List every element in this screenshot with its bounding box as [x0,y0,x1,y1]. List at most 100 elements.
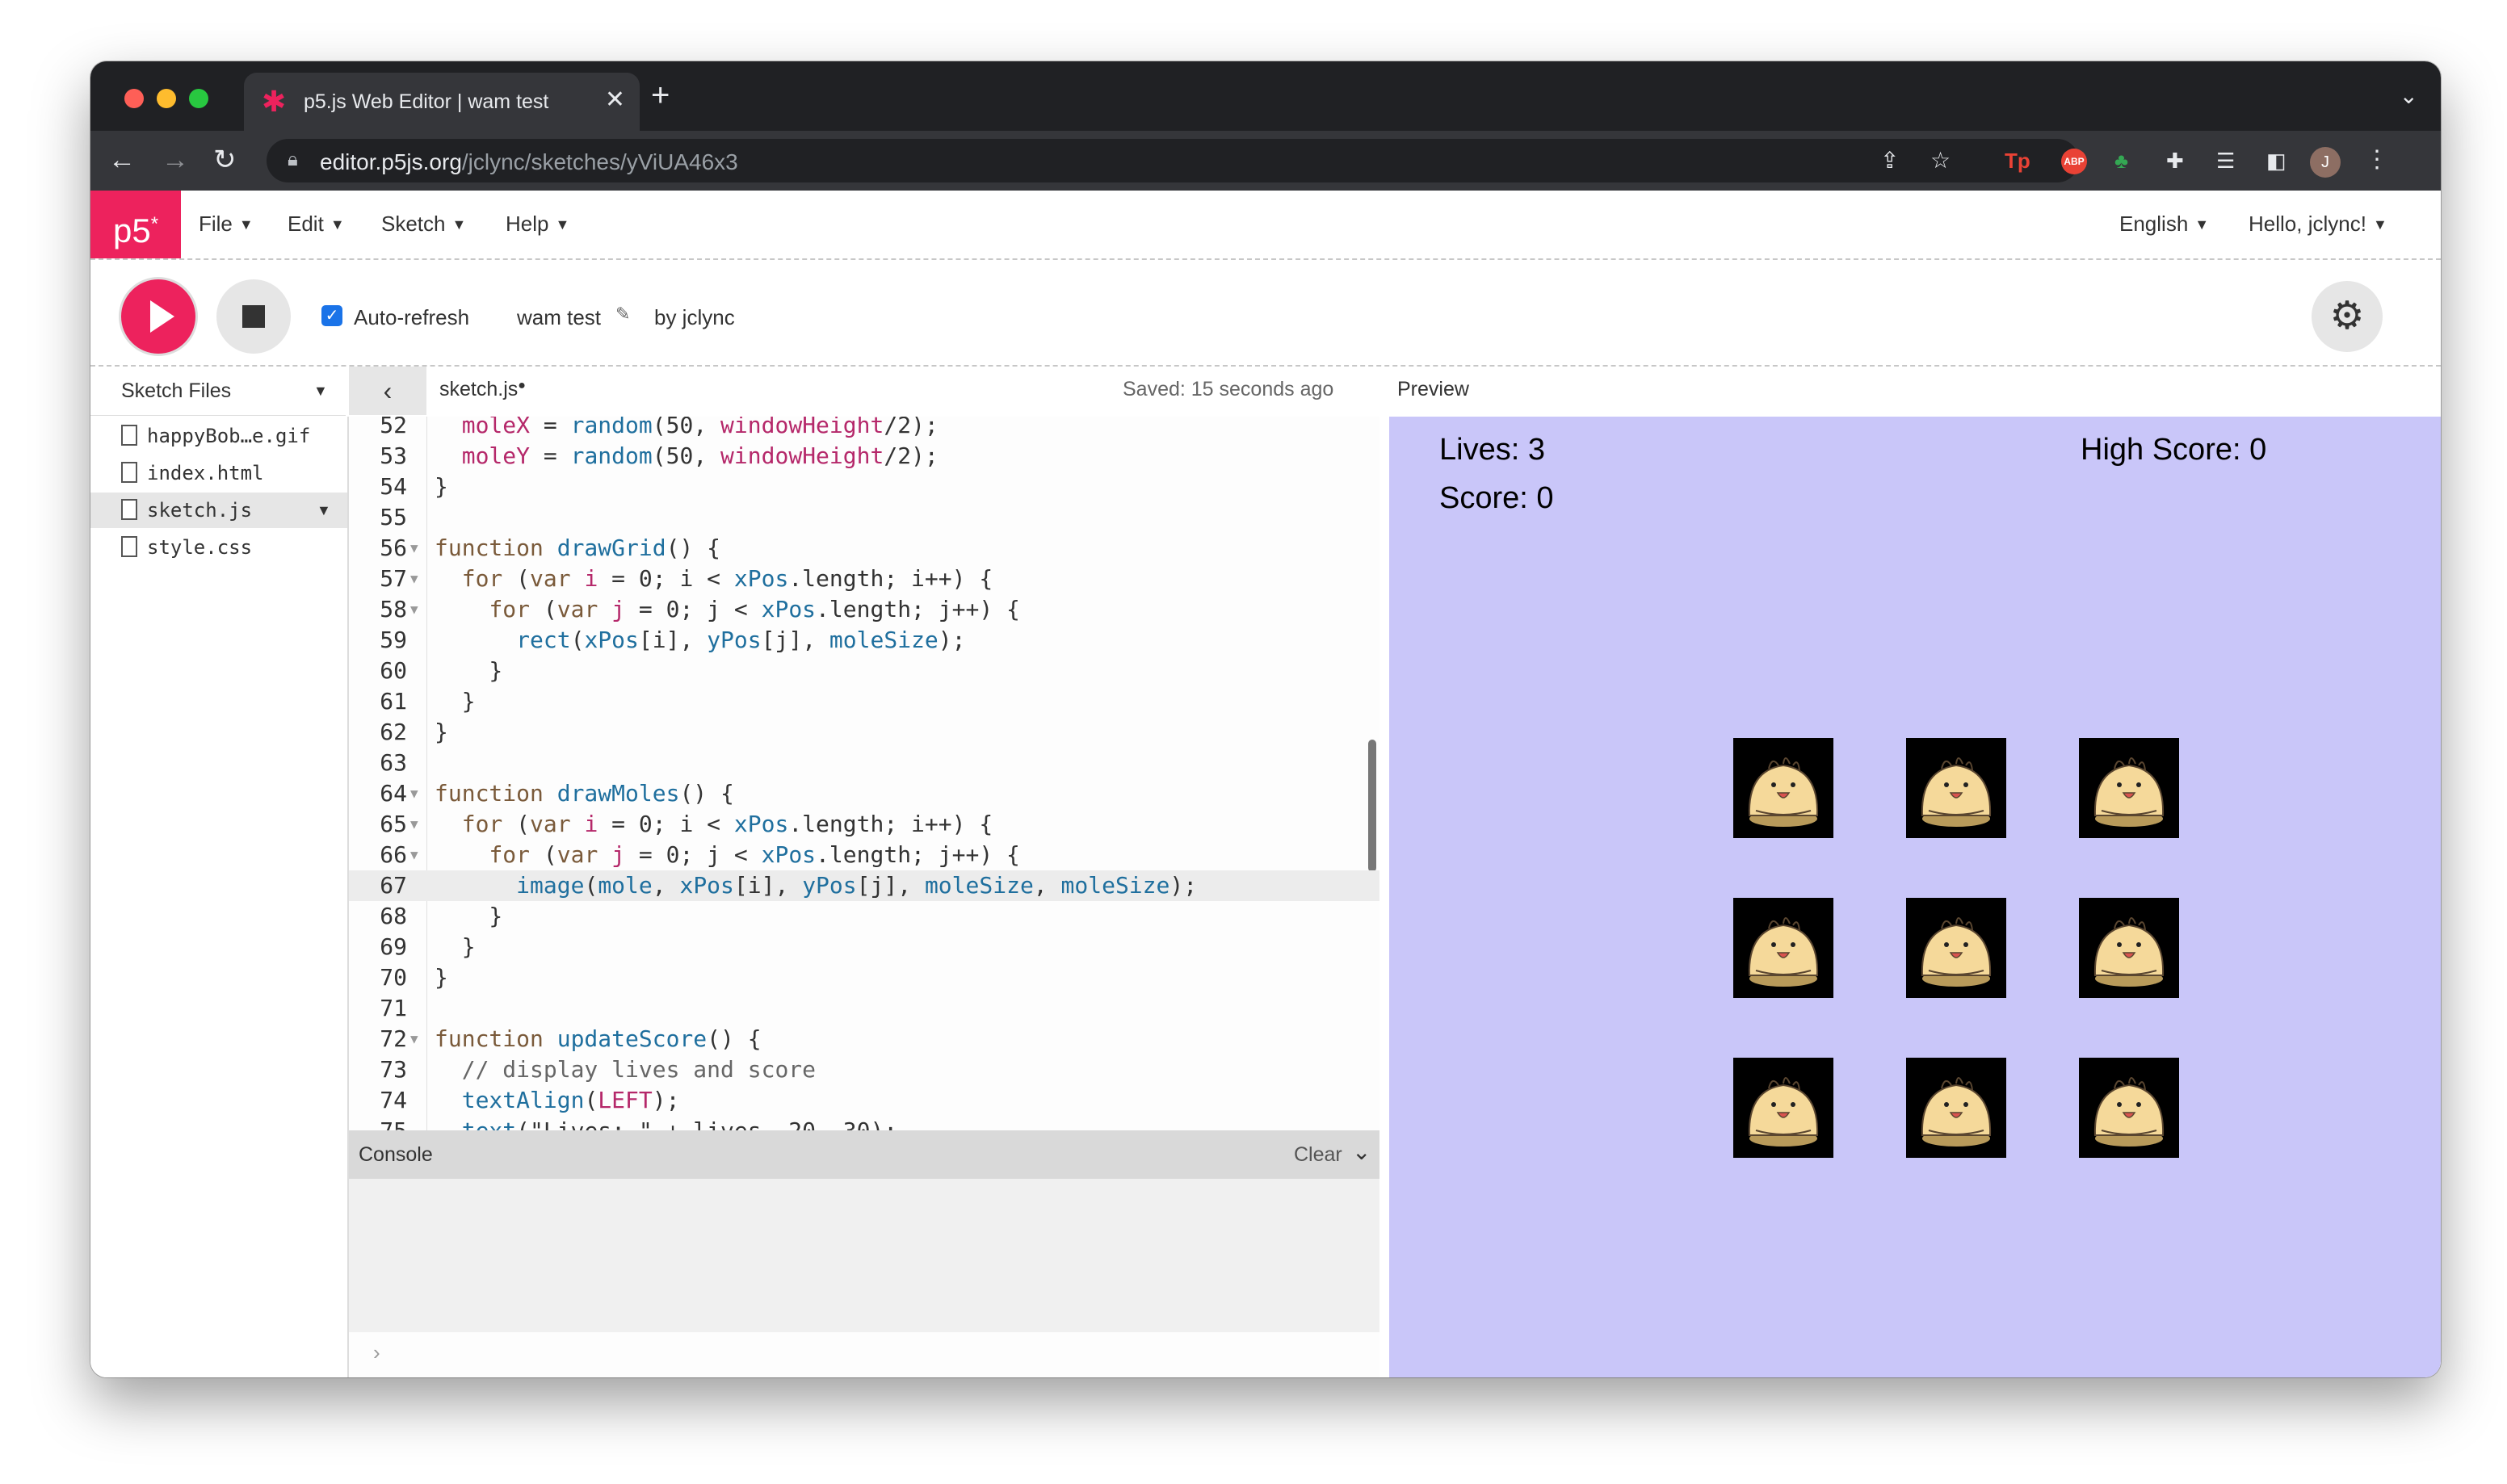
profile-avatar[interactable]: J [2310,147,2341,178]
code-line[interactable]: 56 ▼ function drawGrid() { [349,533,1379,564]
project-author[interactable]: by jclync [654,305,735,330]
code-line[interactable]: 72 ▼ function updateScore() { [349,1024,1379,1054]
lock-icon[interactable]: 🔒︎ [288,149,298,171]
fold-triangle-icon[interactable]: ▼ [410,533,418,564]
fold-triangle-icon[interactable]: ▼ [410,564,418,594]
tab-close-icon[interactable]: ✕ [605,86,625,115]
menu-sketch[interactable]: Sketch ▼ [381,212,466,237]
code-line[interactable]: 66 ▼ for (var j = 0; j < xPos.length; j++… [349,840,1379,870]
code-text: } [435,473,448,500]
code-line[interactable]: 53 moleY = random(50, windowHeight/2); [349,441,1379,472]
file-item[interactable]: index.html [90,455,347,491]
mole-cell[interactable] [1906,898,2006,998]
auto-refresh-label[interactable]: Auto-refresh [354,305,469,330]
play-button[interactable] [121,279,195,354]
leaf-extension-icon[interactable]: ♣ [2114,149,2128,173]
code-line[interactable]: 52 moleX = random(50, windowHeight/2); [349,417,1379,441]
fold-triangle-icon[interactable]: ▼ [410,778,418,809]
code-line[interactable]: 57 ▼ for (var i = 0; i < xPos.length; i++… [349,564,1379,594]
line-number: 58 [380,596,407,623]
browser-menu-icon[interactable]: ⋮ [2365,145,2389,174]
side-panel-icon[interactable]: ◧ [2266,149,2287,173]
puzzle-icon[interactable]: ✚ [2166,149,2184,173]
code-line[interactable]: 74 textAlign(LEFT); [349,1085,1379,1116]
pencil-icon[interactable]: ✎ [615,304,630,325]
share-icon[interactable]: ⇪ [1880,147,1899,174]
file-options-caret-icon[interactable]: ▼ [317,502,331,519]
project-name[interactable]: wam test [517,305,601,330]
editor-file-tab[interactable]: sketch.js● [439,378,526,401]
language-menu[interactable]: English ▼ [2119,212,2209,237]
auto-refresh-checkbox[interactable]: ✓ [321,305,342,326]
code-line[interactable]: 73 // display lives and score [349,1054,1379,1085]
code-editor[interactable]: 52 moleX = random(50, windowHeight/2); 53… [349,417,1379,1130]
back-arrow-icon[interactable]: ← [108,142,136,178]
code-line[interactable]: 58 ▼ for (var j = 0; j < xPos.length; j++… [349,594,1379,625]
new-tab-button[interactable]: + [651,79,670,111]
p5-logo[interactable]: p5* [90,191,181,258]
sketch-preview-canvas[interactable]: Lives: 3 Score: 0 High Score: 0 [1389,417,2441,1377]
menu-file[interactable]: File ▼ [199,212,254,237]
star-icon[interactable]: ☆ [1930,147,1951,174]
settings-gear-icon[interactable]: ⚙ [2312,281,2383,352]
fold-triangle-icon[interactable]: ▼ [410,1024,418,1054]
code-line[interactable]: 70} [349,962,1379,993]
mole-cell[interactable] [1906,1058,2006,1158]
code-line[interactable]: 69 } [349,932,1379,962]
mole-cell[interactable] [2079,738,2179,838]
mole-cell[interactable] [1733,898,1833,998]
close-window-button[interactable] [124,89,144,108]
line-number: 68 [380,903,407,929]
console-clear-button[interactable]: Clear [1294,1143,1342,1167]
code-line[interactable]: 59 rect(xPos[i], yPos[j], moleSize); [349,625,1379,656]
line-number: 55 [380,504,407,530]
code-text: for (var j = 0; j < xPos.length; j++) { [489,841,1020,868]
file-item[interactable]: style.css [90,530,347,565]
menu-edit[interactable]: Edit ▼ [288,212,345,237]
file-item-selected[interactable]: sketch.js ▼ [90,493,347,528]
browser-tab-active[interactable]: ✱ p5.js Web Editor | wam test ✕ [244,73,640,131]
code-line[interactable]: 65 ▼ for (var i = 0; i < xPos.length; i++… [349,809,1379,840]
mole-cell[interactable] [1906,738,2006,838]
fold-triangle-icon[interactable]: ▼ [410,594,418,625]
console-input[interactable]: › [349,1332,1379,1377]
reload-icon[interactable]: ↻ [213,142,237,178]
forward-arrow-icon[interactable]: → [162,142,189,178]
address-bar[interactable]: 🔒︎ editor.p5js.org/jclync/sketches/yViUA… [267,139,2079,182]
unsaved-indicator: ● [518,379,526,392]
tp-extension-icon[interactable]: Tp [2005,149,2030,173]
code-line[interactable]: 61 } [349,686,1379,717]
tab-search-chevron-icon[interactable]: ⌄ [2400,82,2418,109]
url-text[interactable]: editor.p5js.org/jclync/sketches/yViUA46x… [320,149,738,175]
code-line[interactable]: 67 image(mole, xPos[i], yPos[j], moleSiz… [349,870,1379,901]
code-line[interactable]: 64 ▼ function drawMoles() { [349,778,1379,809]
user-menu[interactable]: Hello, jclync! ▼ [2249,212,2387,237]
minimize-window-button[interactable] [157,89,176,108]
mole-cell[interactable] [2079,898,2179,998]
code-line[interactable]: 54} [349,472,1379,502]
reading-list-icon[interactable]: ☰ [2216,149,2235,173]
caret-down-icon: ▼ [2194,216,2210,233]
mole-cell[interactable] [2079,1058,2179,1158]
code-line[interactable]: 63 [349,748,1379,778]
collapse-sidebar-chevron-icon[interactable]: ‹ [349,367,426,415]
console-collapse-chevron-icon[interactable]: ⌄ [1352,1138,1371,1165]
file-item[interactable]: happyBob…e.gif [90,418,347,454]
mole-cell[interactable] [1733,1058,1833,1158]
fold-triangle-icon[interactable]: ▼ [410,840,418,870]
mole-cell[interactable] [1733,738,1833,838]
code-line[interactable]: 68 } [349,901,1379,932]
code-line[interactable]: 75 text("Lives: " + lives, 20, 30); [349,1116,1379,1130]
sidebar-caret-down-icon[interactable]: ▼ [313,383,328,400]
code-text: textAlign(LEFT); [461,1087,680,1113]
code-line[interactable]: 60 } [349,656,1379,686]
code-line[interactable]: 55 [349,502,1379,533]
stop-button[interactable] [216,279,291,354]
fold-triangle-icon[interactable]: ▼ [410,809,418,840]
adblock-extension-icon[interactable]: ABP [2061,149,2087,174]
browser-toolbar: ← → ↻ 🔒︎ editor.p5js.org/jclync/sketches… [90,131,2441,191]
menu-help[interactable]: Help ▼ [506,212,569,237]
maximize-window-button[interactable] [189,89,208,108]
code-line[interactable]: 62} [349,717,1379,748]
code-line[interactable]: 71 [349,993,1379,1024]
